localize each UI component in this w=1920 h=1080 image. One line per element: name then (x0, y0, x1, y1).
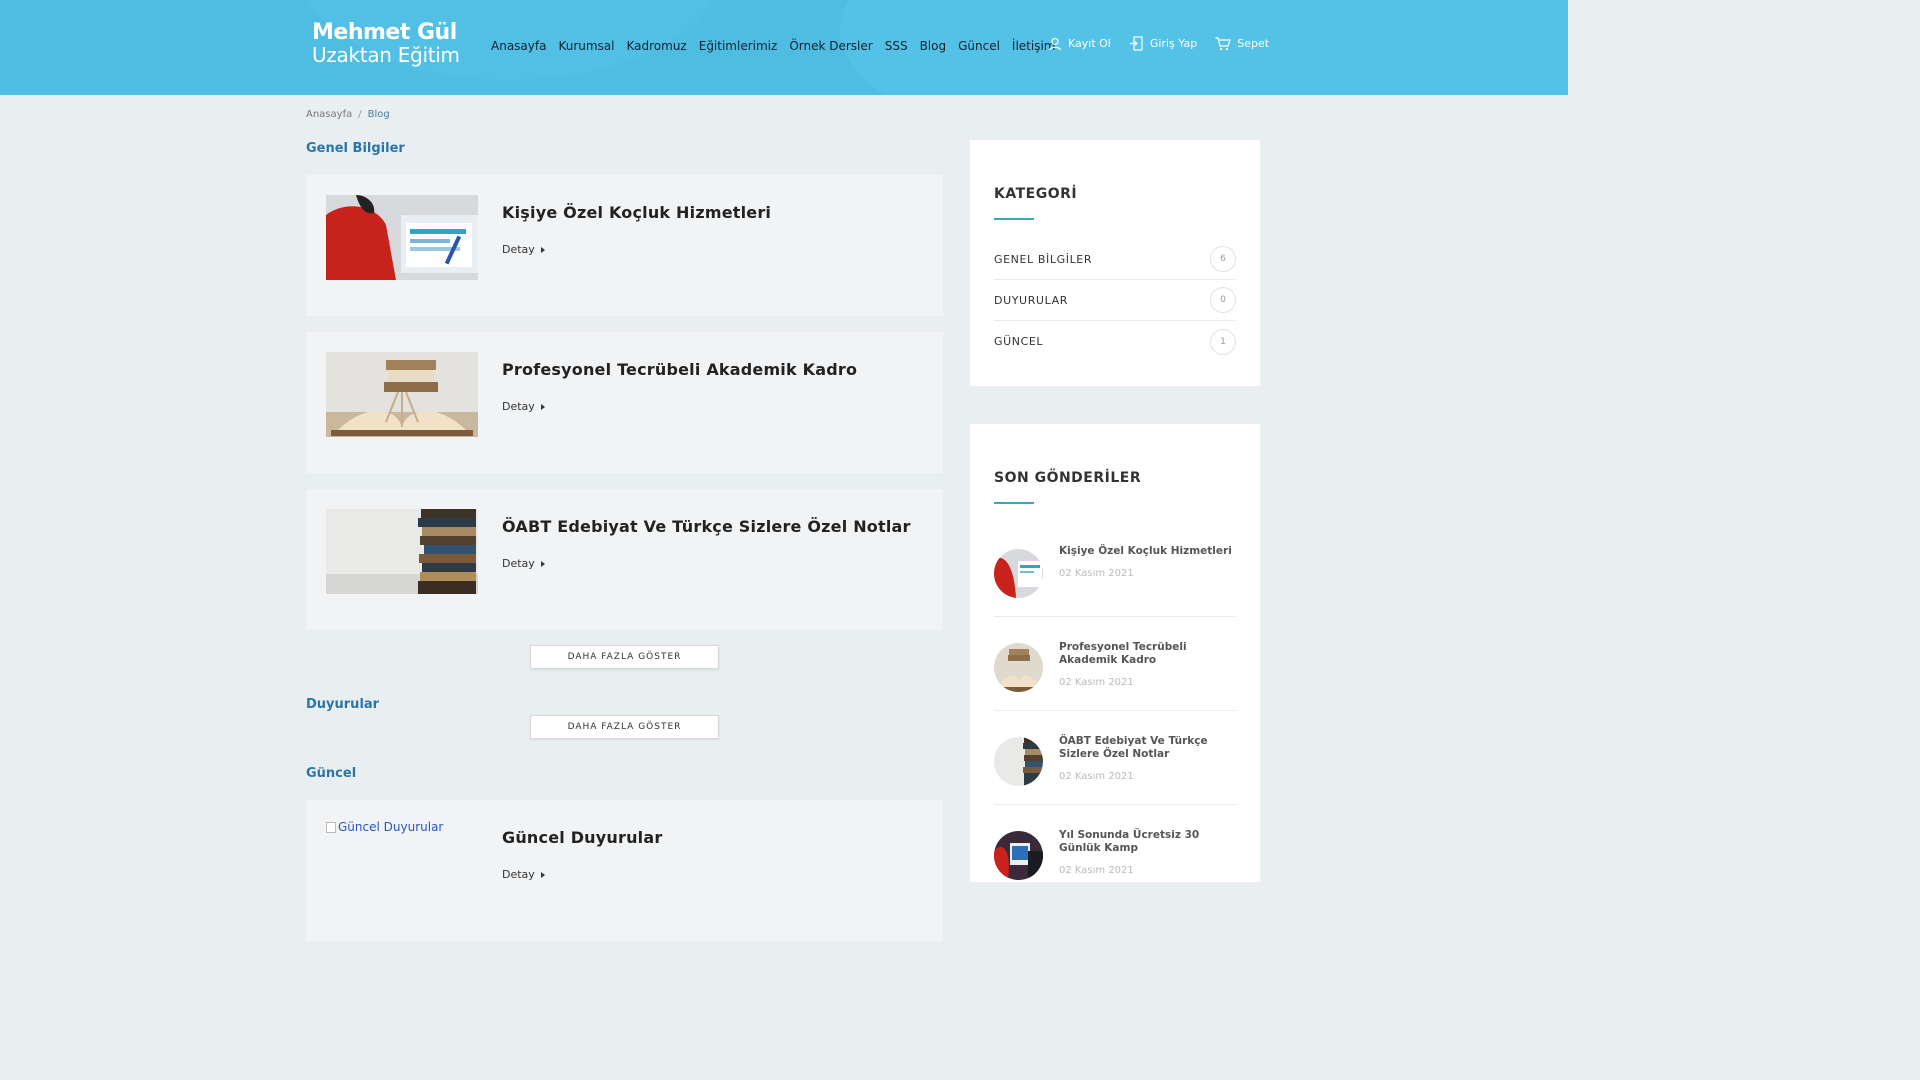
recent-posts-title: SON GÖNDERİLER (994, 470, 1142, 486)
nav-item-kadromuz[interactable]: Kadromuz (627, 39, 687, 53)
nav-item-ornek-dersler[interactable]: Örnek Dersler (789, 39, 872, 53)
header-actions: Kayıt Ol Giriş Yap Sepet (1048, 36, 1287, 51)
register-link[interactable]: Kayıt Ol (1048, 37, 1111, 51)
detail-label: Detay (502, 400, 535, 413)
main-nav: Anasayfa Kurumsal Kadromuz Eğitimlerimiz… (491, 39, 1068, 53)
post-title[interactable]: Güncel Duyurular (502, 828, 662, 847)
category-count-badge: 1 (1210, 328, 1236, 355)
cart-link[interactable]: Sepet (1215, 36, 1270, 51)
caret-right-icon (540, 871, 545, 878)
post-thumbnail[interactable] (326, 352, 478, 437)
section-title-guncel[interactable]: Güncel (306, 766, 356, 781)
post-card[interactable]: Güncel Duyurular Güncel Duyurular Detay (306, 800, 943, 941)
cart-label: Sepet (1237, 37, 1270, 50)
site-header: Mehmet Gül Uzaktan Eğitim Anasayfa Kurum… (0, 0, 1568, 95)
breadcrumb-current: Blog (367, 109, 390, 120)
nav-item-anasayfa[interactable]: Anasayfa (491, 39, 546, 53)
breadcrumb-home[interactable]: Anasayfa (306, 109, 352, 120)
recent-post-title[interactable]: Yıl Sonunda Ücretsiz 30 Günlük Kamp (1059, 829, 1234, 855)
category-title: KATEGORİ (994, 186, 1078, 202)
post-title[interactable]: Kişiye Özel Koçluk Hizmetleri (502, 203, 771, 222)
post-title[interactable]: Profesyonel Tecrübeli Akademik Kadro (502, 360, 857, 379)
breadcrumb: Anasayfa / Blog (306, 109, 390, 120)
title-underline (994, 502, 1034, 504)
recent-post-item[interactable]: Kişiye Özel Koçluk Hizmetleri 02 Kasım 2… (994, 523, 1236, 617)
nav-item-egitimlerimiz[interactable]: Eğitimlerimiz (699, 39, 778, 53)
login-icon (1129, 36, 1143, 51)
detail-label: Detay (502, 243, 535, 256)
category-name: GÜNCEL (994, 335, 1044, 348)
breadcrumb-separator: / (358, 109, 362, 120)
broken-image-icon (326, 821, 336, 833)
category-count-badge: 0 (1210, 287, 1236, 313)
recent-post-title[interactable]: ÖABT Edebiyat Ve Türkçe Sizlere Özel Not… (1059, 735, 1234, 761)
nav-item-sss[interactable]: SSS (885, 39, 908, 53)
broken-image: Güncel Duyurular (326, 820, 478, 834)
category-name: DUYURULAR (994, 293, 1068, 307)
site-logo[interactable]: Mehmet Gül Uzaktan Eğitim (312, 20, 460, 67)
post-detail-link[interactable]: Detay (502, 243, 545, 256)
category-item[interactable]: GENEL BİLGİLER 6 (994, 239, 1236, 280)
caret-right-icon (540, 246, 545, 253)
show-more-button-duyurular[interactable]: DAHA FAZLA GÖSTER (530, 715, 719, 739)
post-detail-link[interactable]: Detay (502, 400, 545, 413)
section-title-duyurular[interactable]: Duyurular (306, 697, 379, 712)
nav-item-guncel[interactable]: Güncel (958, 39, 1000, 53)
image-alt-text: Güncel Duyurular (338, 820, 444, 834)
user-icon (1048, 37, 1062, 50)
category-item[interactable]: DUYURULAR 0 (994, 280, 1236, 321)
recent-post-title[interactable]: Profesyonel Tecrübeli Akademik Kadro (1059, 641, 1234, 667)
post-detail-link[interactable]: Detay (502, 868, 545, 881)
recent-post-thumbnail[interactable] (994, 643, 1043, 692)
logo-line-1: Mehmet Gül (312, 20, 457, 45)
recent-post-date: 02 Kasım 2021 (1059, 568, 1134, 579)
recent-post-title[interactable]: Kişiye Özel Koçluk Hizmetleri (1059, 545, 1234, 558)
login-link[interactable]: Giriş Yap (1129, 36, 1197, 51)
caret-right-icon (540, 560, 545, 567)
detail-label: Detay (502, 557, 535, 570)
category-name: GENEL BİLGİLER (994, 252, 1093, 266)
category-item[interactable]: GÜNCEL 1 (994, 321, 1236, 362)
category-count-badge: 6 (1210, 246, 1236, 272)
section-title-genel[interactable]: Genel Bilgiler (306, 141, 405, 156)
recent-post-item[interactable]: Yıl Sonunda Ücretsiz 30 Günlük Kamp 02 K… (994, 805, 1236, 899)
detail-label: Detay (502, 868, 535, 881)
post-thumbnail[interactable] (326, 509, 478, 594)
post-thumbnail-broken[interactable]: Güncel Duyurular (326, 820, 478, 834)
title-underline (994, 218, 1034, 220)
post-card[interactable]: ÖABT Edebiyat Ve Türkçe Sizlere Özel Not… (306, 489, 943, 630)
recent-post-thumbnail[interactable] (994, 737, 1043, 786)
recent-post-item[interactable]: ÖABT Edebiyat Ve Türkçe Sizlere Özel Not… (994, 711, 1236, 805)
nav-item-blog[interactable]: Blog (920, 39, 947, 53)
cart-icon (1215, 36, 1232, 50)
show-more-button-genel[interactable]: DAHA FAZLA GÖSTER (530, 645, 719, 669)
recent-post-date: 02 Kasım 2021 (1059, 865, 1134, 876)
recent-post-item[interactable]: Profesyonel Tecrübeli Akademik Kadro 02 … (994, 617, 1236, 711)
register-label: Kayıt Ol (1068, 37, 1111, 50)
post-card[interactable]: Profesyonel Tecrübeli Akademik Kadro Det… (306, 332, 943, 473)
post-detail-link[interactable]: Detay (502, 557, 545, 570)
post-thumbnail[interactable] (326, 195, 478, 280)
login-label: Giriş Yap (1149, 37, 1198, 50)
post-card[interactable]: Kişiye Özel Koçluk Hizmetleri Detay (306, 175, 943, 316)
recent-post-date: 02 Kasım 2021 (1059, 771, 1134, 782)
caret-right-icon (540, 403, 545, 410)
recent-post-thumbnail[interactable] (994, 831, 1043, 880)
nav-item-kurumsal[interactable]: Kurumsal (558, 39, 614, 53)
category-card: KATEGORİ GENEL BİLGİLER 6 DUYURULAR 0 GÜ… (970, 140, 1260, 386)
logo-line-2: Uzaktan Eğitim (312, 43, 460, 67)
recent-post-date: 02 Kasım 2021 (1059, 677, 1134, 688)
recent-post-thumbnail[interactable] (994, 549, 1043, 598)
post-title[interactable]: ÖABT Edebiyat Ve Türkçe Sizlere Özel Not… (502, 517, 911, 536)
recent-posts-card: SON GÖNDERİLER Kişiye Özel Koçluk Hizmet… (970, 424, 1260, 882)
